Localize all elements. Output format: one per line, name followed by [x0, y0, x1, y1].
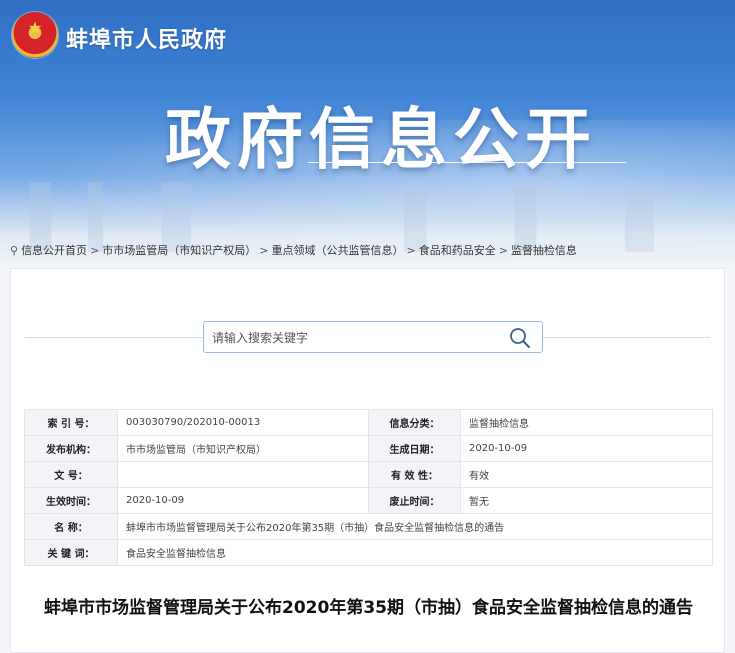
breadcrumb-item-food-drug[interactable]: 食品和药品安全 [419, 244, 496, 257]
table-row: 生效时间： 2020-10-09 废止时间： 暂无 [24, 487, 713, 514]
breadcrumb-separator: > [259, 244, 269, 257]
banner-divider [308, 162, 626, 163]
effective-value: 2020-10-09 [117, 487, 369, 514]
validity-value: 有效 [460, 461, 713, 488]
content-card: 索 引 号： 003030790/202010-00013 信息分类： 监督抽检… [10, 268, 725, 653]
search-input[interactable] [212, 328, 492, 348]
docno-value [117, 461, 369, 488]
category-label: 信息分类： [368, 409, 461, 436]
table-row: 文 号： 有 效 性： 有效 [24, 461, 713, 488]
search-icon[interactable] [508, 326, 532, 350]
breadcrumb: ⚲ 信息公开首页 > 市市场监管局（市知识产权局） > 重点领域（公共监管信息） > 食品和药… [10, 242, 577, 258]
publisher-label: 发布机构： [24, 435, 118, 462]
metadata-table: 索 引 号： 003030790/202010-00013 信息分类： 监督抽检… [24, 409, 713, 566]
abolish-value: 暂无 [460, 487, 713, 514]
document-title: 蚌埠市市场监督管理局关于公布2020年第35期（市抽）食品安全监督抽检信息的通告 [44, 598, 693, 618]
table-row: 发布机构： 市市场监管局（市知识产权局） 生成日期： 2020-10-09 [24, 435, 713, 462]
table-row: 关 键 词： 食品安全监督抽检信息 [24, 539, 713, 566]
created-label: 生成日期： [368, 435, 461, 462]
keywords-label: 关 键 词： [24, 539, 118, 566]
location-pin-icon: ⚲ [10, 244, 19, 257]
breadcrumb-item-department[interactable]: 市市场监管局（市知识产权局） [102, 244, 256, 257]
created-value: 2020-10-09 [460, 435, 713, 462]
index-label: 索 引 号： [24, 409, 118, 436]
table-row: 索 引 号： 003030790/202010-00013 信息分类： 监督抽检… [24, 409, 713, 436]
index-value: 003030790/202010-00013 [117, 409, 369, 436]
banner-title: 政府信息公开 [165, 101, 597, 178]
name-value: 蚌埠市市场监督管理局关于公布2020年第35期（市抽）食品安全监督抽检信息的通告 [117, 513, 713, 540]
abolish-label: 废止时间： [368, 487, 461, 514]
breadcrumb-item-inspection[interactable]: 监督抽检信息 [511, 244, 577, 257]
national-emblem-icon[interactable] [12, 12, 58, 58]
breadcrumb-separator: > [90, 244, 100, 257]
breadcrumb-item-home[interactable]: 信息公开首页 [21, 244, 87, 257]
keywords-value: 食品安全监督抽检信息 [117, 539, 713, 566]
effective-label: 生效时间： [24, 487, 118, 514]
breadcrumb-separator: > [498, 244, 508, 257]
category-value: 监督抽检信息 [460, 409, 713, 436]
validity-label: 有 效 性： [368, 461, 461, 488]
breadcrumb-item-key-area[interactable]: 重点领域（公共监管信息） [272, 244, 404, 257]
header-banner: 蚌埠市人民政府 政府信息公开 [0, 0, 735, 268]
name-label: 名 称： [24, 513, 118, 540]
breadcrumb-separator: > [406, 244, 416, 257]
publisher-value: 市市场监管局（市知识产权局） [117, 435, 369, 462]
site-name[interactable]: 蚌埠市人民政府 [66, 22, 227, 54]
table-row: 名 称： 蚌埠市市场监督管理局关于公布2020年第35期（市抽）食品安全监督抽检… [24, 513, 713, 540]
search-box [203, 321, 543, 353]
docno-label: 文 号： [24, 461, 118, 488]
